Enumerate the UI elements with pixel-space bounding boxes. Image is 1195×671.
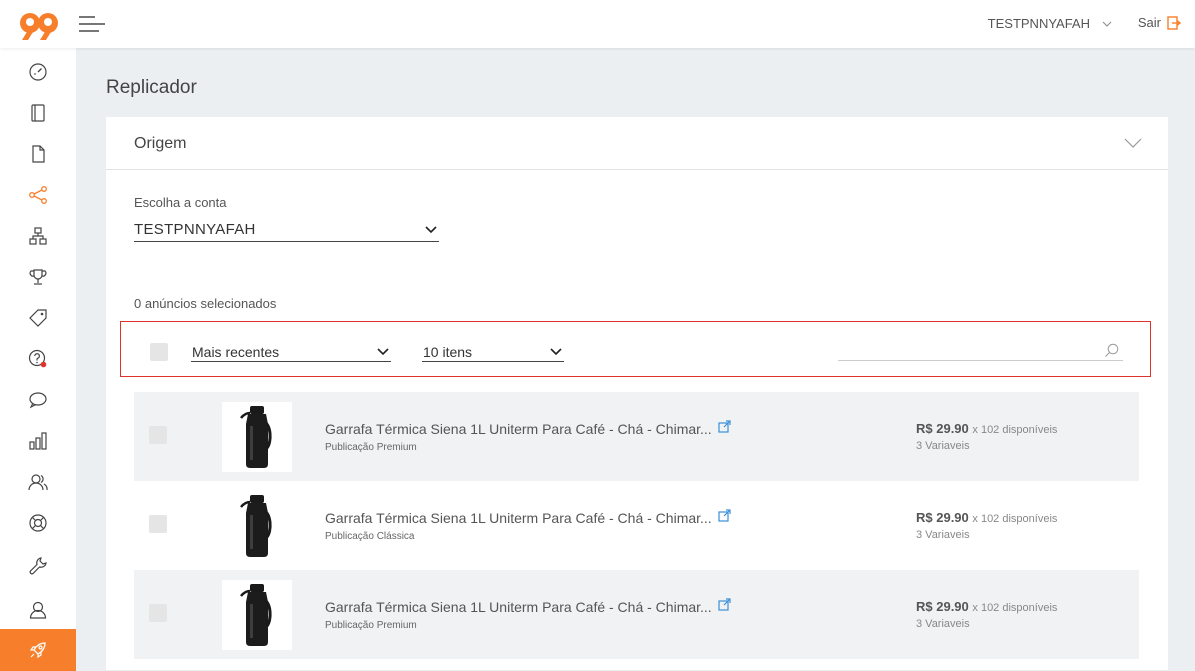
sidebar-item-users[interactable] bbox=[0, 461, 76, 503]
chevron-down-icon bbox=[425, 226, 437, 234]
sidebar-item-questions[interactable] bbox=[0, 338, 76, 380]
sidebar-item-documents[interactable] bbox=[0, 133, 76, 175]
external-link-icon[interactable] bbox=[718, 420, 731, 433]
listing-price: R$ 29.90 x 102 disponíveis bbox=[916, 599, 1057, 614]
sidebar-item-reports[interactable] bbox=[0, 420, 76, 462]
origin-card: Origem Escolha a conta TESTPNNYAFAH 0 an… bbox=[106, 117, 1168, 670]
available-quantity: x 102 disponíveis bbox=[972, 513, 1058, 525]
sidebar bbox=[0, 48, 76, 671]
select-all-checkbox[interactable] bbox=[150, 343, 168, 361]
sidebar-item-tools[interactable] bbox=[0, 545, 76, 587]
listing-type: Publicação Premium bbox=[325, 620, 417, 631]
sidebar-item-replicador[interactable] bbox=[0, 174, 76, 216]
price-value: R$ 29.90 bbox=[916, 510, 969, 525]
search-field bbox=[838, 340, 1123, 361]
items-per-page-value: 10 itens bbox=[423, 344, 473, 360]
user-menu-name[interactable]: TESTPNNYAFAH bbox=[988, 16, 1090, 31]
product-thumbnail[interactable] bbox=[222, 580, 292, 650]
bar-chart-icon bbox=[29, 432, 47, 450]
trophy-icon bbox=[29, 269, 47, 285]
menu-toggle-icon[interactable] bbox=[79, 14, 105, 34]
origin-card-header[interactable]: Origem bbox=[106, 117, 1168, 170]
sidebar-item-account[interactable] bbox=[0, 589, 76, 631]
chevron-down-icon bbox=[550, 348, 562, 356]
items-per-page-select[interactable]: 10 itens bbox=[422, 342, 564, 362]
sidebar-item-structure[interactable] bbox=[0, 215, 76, 257]
sort-select-value: Mais recentes bbox=[192, 344, 280, 360]
account-select-value: TESTPNNYAFAH bbox=[134, 221, 256, 238]
chevron-down-icon[interactable] bbox=[1124, 137, 1142, 149]
thermos-bottle-image bbox=[240, 406, 272, 468]
chat-bubble-icon bbox=[29, 392, 47, 409]
listing-filter-bar: Mais recentes 10 itens bbox=[120, 321, 1151, 377]
thermos-bottle-image bbox=[240, 584, 272, 646]
listing-title[interactable]: Garrafa Térmica Siena 1L Uniterm Para Ca… bbox=[325, 421, 712, 437]
origin-card-title: Origem bbox=[134, 135, 187, 152]
available-quantity: x 102 disponíveis bbox=[972, 602, 1058, 614]
listing-variants: 3 Variaveis bbox=[916, 618, 970, 630]
document-icon bbox=[32, 145, 45, 163]
external-link-icon[interactable] bbox=[718, 598, 731, 611]
listing-checkbox[interactable] bbox=[149, 515, 167, 533]
logout-icon bbox=[1167, 15, 1181, 30]
price-value: R$ 29.90 bbox=[916, 599, 969, 614]
account-select[interactable]: TESTPNNYAFAH bbox=[134, 219, 439, 242]
thermos-bottle-image bbox=[240, 495, 272, 557]
speedometer-icon bbox=[29, 63, 47, 81]
sidebar-item-dashboard[interactable] bbox=[0, 51, 76, 93]
sidebar-item-messages[interactable] bbox=[0, 379, 76, 421]
listing-price: R$ 29.90 x 102 disponíveis bbox=[916, 510, 1057, 525]
logout-button[interactable]: Sair bbox=[1138, 15, 1181, 30]
account-label: Escolha a conta bbox=[134, 195, 227, 210]
listing-checkbox[interactable] bbox=[149, 426, 167, 444]
top-bar: TESTPNNYAFAH Sair bbox=[0, 0, 1195, 48]
sidebar-item-rankings[interactable] bbox=[0, 256, 76, 298]
wrench-icon bbox=[29, 557, 47, 575]
tag-icon bbox=[29, 309, 47, 327]
listing-type: Publicação Clássica bbox=[325, 531, 415, 542]
listing-variants: 3 Variaveis bbox=[916, 529, 970, 541]
listing-row[interactable]: Garrafa Térmica Siena 1L Uniterm Para Ca… bbox=[134, 392, 1139, 481]
search-icon[interactable] bbox=[1104, 343, 1119, 358]
external-link-icon[interactable] bbox=[718, 509, 731, 522]
question-notification-icon bbox=[28, 349, 47, 368]
chevron-down-icon[interactable] bbox=[1101, 16, 1113, 30]
sidebar-item-support[interactable] bbox=[0, 502, 76, 544]
product-thumbnail[interactable] bbox=[222, 491, 292, 561]
product-thumbnail[interactable] bbox=[222, 402, 292, 472]
chevron-down-icon bbox=[377, 348, 389, 356]
logout-label: Sair bbox=[1137, 15, 1161, 30]
listing-type: Publicação Premium bbox=[325, 442, 417, 453]
user-icon bbox=[29, 601, 47, 619]
listing-checkbox[interactable] bbox=[149, 604, 167, 622]
listing-row[interactable]: Garrafa Térmica Siena 1L Uniterm Para Ca… bbox=[134, 481, 1139, 570]
lifebuoy-icon bbox=[29, 514, 47, 532]
rocket-icon bbox=[29, 642, 46, 659]
available-quantity: x 102 disponíveis bbox=[972, 424, 1058, 436]
search-input[interactable] bbox=[838, 340, 1092, 360]
page-title: Replicador bbox=[106, 77, 197, 98]
sidebar-item-notebook[interactable] bbox=[0, 92, 76, 134]
sidebar-item-tags[interactable] bbox=[0, 297, 76, 339]
selected-count: 0 anúncios selecionados bbox=[134, 296, 277, 311]
listing-title[interactable]: Garrafa Térmica Siena 1L Uniterm Para Ca… bbox=[325, 599, 712, 615]
price-value: R$ 29.90 bbox=[916, 421, 969, 436]
sort-select[interactable]: Mais recentes bbox=[191, 342, 391, 362]
listing-price: R$ 29.90 x 102 disponíveis bbox=[916, 421, 1057, 436]
hierarchy-icon bbox=[29, 227, 47, 245]
notebook-icon bbox=[31, 104, 45, 122]
share-icon bbox=[29, 186, 47, 204]
brand-logo-icon[interactable] bbox=[18, 9, 60, 41]
users-icon bbox=[28, 474, 48, 491]
listing-variants: 3 Variaveis bbox=[916, 440, 970, 452]
sidebar-item-launch[interactable] bbox=[0, 629, 76, 671]
listing-row[interactable]: Garrafa Térmica Siena 1L Uniterm Para Ca… bbox=[134, 570, 1139, 659]
listing-title[interactable]: Garrafa Térmica Siena 1L Uniterm Para Ca… bbox=[325, 510, 712, 526]
